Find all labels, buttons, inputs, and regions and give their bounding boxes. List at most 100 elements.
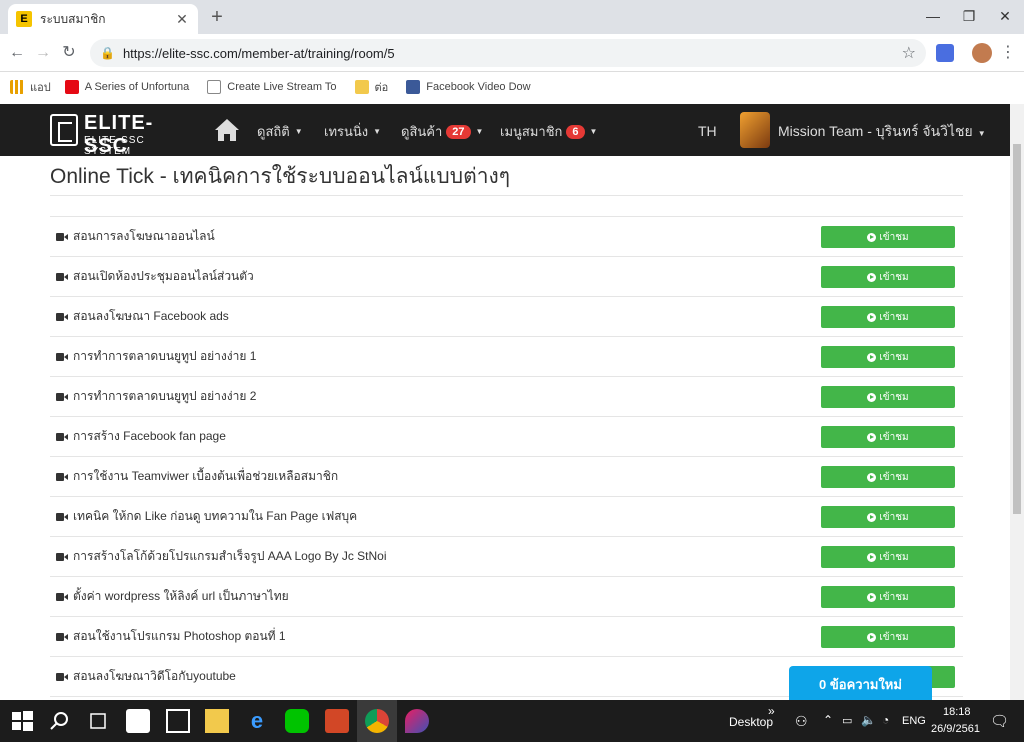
clock-time[interactable]: 18:18: [943, 706, 971, 718]
close-tab-icon[interactable]: ✕: [174, 11, 190, 28]
menu-label: เทรนนิ่ง: [324, 124, 369, 139]
lesson-list: สอนการลงโฆษณาออนไลน์ เข้าชม สอนเปิดห้องประ…: [50, 216, 963, 697]
watch-button[interactable]: เข้าชม: [821, 506, 955, 528]
bookmark-star-icon[interactable]: ☆: [902, 43, 916, 63]
menu-products[interactable]: ดูสินค้า 27 ▼: [401, 121, 483, 142]
site-navbar: ELITE-SSC ELITE-SSC SYSTEM ดูสถิติ ▼ เทรน…: [0, 104, 1024, 157]
lesson-title[interactable]: การทำการตลาดบนยูทูป อย่างง่าย 1: [73, 347, 256, 366]
watch-label: เข้าชม: [879, 271, 909, 283]
watch-button[interactable]: เข้าชม: [821, 266, 955, 288]
watch-button[interactable]: เข้าชม: [821, 626, 955, 648]
watch-button[interactable]: เข้าชม: [821, 306, 955, 328]
video-camera-icon: [56, 672, 68, 682]
bookmark-label: Facebook Video Dow: [426, 81, 531, 93]
volume-icon[interactable]: 🔈: [861, 713, 876, 727]
profile-avatar[interactable]: [972, 43, 992, 63]
watch-button[interactable]: เข้าชม: [821, 466, 955, 488]
extension-icon[interactable]: [936, 44, 954, 62]
network-icon[interactable]: ◔: [882, 713, 889, 727]
page-scrollbar[interactable]: [1010, 104, 1024, 700]
page-title: Online Tick - เทคนิคการใช้ระบบออนไลน์แบบ…: [50, 156, 963, 196]
reload-button[interactable]: ↻: [58, 42, 80, 64]
people-icon[interactable]: ⚇: [795, 713, 808, 730]
search-icon[interactable]: [48, 709, 72, 733]
menu-training[interactable]: เทรนนิ่ง ▼: [324, 121, 381, 142]
battery-icon[interactable]: ▭: [842, 714, 852, 727]
watch-button[interactable]: เข้าชม: [821, 426, 955, 448]
menu-label: ดูสินค้า: [401, 124, 443, 139]
lesson-title[interactable]: สอนลงโฆษณา Facebook ads: [73, 307, 229, 326]
clock-date[interactable]: 26/9/2561: [931, 723, 980, 735]
lesson-title[interactable]: สอนการลงโฆษณาออนไลน์: [73, 227, 215, 246]
chrome-icon[interactable]: [365, 709, 389, 733]
url-text[interactable]: https://elite-ssc.com/member-at/training…: [123, 46, 902, 61]
menu-member[interactable]: เมนูสมาชิก 6 ▼: [500, 121, 597, 142]
lesson-title[interactable]: เทคนิค ให้กด Like ก่อนดู บทความใน Fan Pa…: [73, 507, 357, 526]
home-icon[interactable]: [214, 118, 240, 142]
lesson-title[interactable]: ตั้งค่า wordpress ให้ลิงค์ url เป็นภาษาไ…: [73, 587, 289, 606]
chevron-up-icon[interactable]: ⌃: [823, 713, 833, 727]
scrollbar-thumb[interactable]: [1013, 144, 1021, 514]
line-icon[interactable]: [285, 709, 309, 733]
logo-sub-text: ELITE-SSC SYSTEM: [84, 135, 145, 157]
watch-button[interactable]: เข้าชม: [821, 586, 955, 608]
notification-icon[interactable]: 🗨: [990, 712, 1009, 730]
watch-button[interactable]: เข้าชม: [821, 226, 955, 248]
lesson-title[interactable]: การทำการตลาดบนยูทูป อย่างง่าย 2: [73, 387, 256, 406]
new-tab-button[interactable]: +: [206, 6, 228, 28]
lesson-title[interactable]: การสร้าง Facebook fan page: [73, 427, 226, 446]
windows-taskbar: e Desktop » ⚇ ⌃ ▭ 🔈 ◔ ENG 18:18 26/9/256…: [0, 700, 1024, 742]
facebook-icon: [406, 80, 421, 94]
menu-stats[interactable]: ดูสถิติ ▼: [257, 121, 303, 142]
store-icon[interactable]: [126, 709, 150, 733]
chat-widget-button[interactable]: 0 ข้อความใหม่: [789, 666, 932, 702]
powerpoint-icon[interactable]: [325, 709, 349, 733]
close-window-button[interactable]: ✕: [982, 4, 1024, 28]
lesson-row: สอนใช้งานโปรแกรม Photoshop ตอนที่ 1 เข้าช…: [50, 617, 963, 657]
browser-tab[interactable]: E ระบบสมาชิก ✕: [8, 4, 198, 34]
windows-start-icon[interactable]: [10, 709, 34, 733]
watch-button[interactable]: เข้าชม: [821, 386, 955, 408]
expand-toolbar-icon[interactable]: »: [768, 704, 775, 718]
forward-button[interactable]: →: [32, 42, 54, 64]
bookmark-live-stream[interactable]: Create Live Stream To: [207, 80, 337, 94]
play-circle-icon: [867, 512, 877, 522]
products-badge: 27: [446, 124, 471, 139]
site-logo[interactable]: ELITE-SSC ELITE-SSC SYSTEM: [50, 112, 195, 157]
language-indicator[interactable]: ENG: [902, 715, 926, 727]
lesson-title[interactable]: การสร้างโลโก้ด้วยโปรแกรมสำเร็จรูป AAA Lo…: [73, 547, 387, 566]
lesson-title[interactable]: สอนลงโฆษณาวิดีโอกับyoutube: [73, 667, 236, 686]
lesson-row: เทคนิค ให้กด Like ก่อนดู บทความใน Fan Pa…: [50, 497, 963, 537]
watch-button[interactable]: เข้าชม: [821, 546, 955, 568]
menu-label: เมนูสมาชิก: [500, 124, 563, 139]
task-view-icon[interactable]: [86, 709, 110, 733]
watch-button[interactable]: เข้าชม: [821, 346, 955, 368]
video-camera-icon: [56, 432, 68, 442]
paint-3d-icon[interactable]: [405, 709, 429, 733]
lesson-title[interactable]: การใช้งาน Teamviwer เบื้องต้นเพื่อช่วยเห…: [73, 467, 338, 486]
bookmark-label: ต่อ: [374, 82, 389, 94]
lesson-title[interactable]: สอนเปิดห้องประชุมออนไลน์ส่วนตัว: [73, 267, 254, 286]
menu-label: ดูสถิติ: [257, 124, 290, 139]
user-avatar[interactable]: [740, 112, 770, 148]
bookmark-facebook-video[interactable]: Facebook Video Dow: [406, 80, 531, 94]
desktop-toolbar[interactable]: Desktop: [729, 715, 773, 729]
browser-menu-icon[interactable]: ⋮: [1000, 42, 1016, 62]
edge-icon[interactable]: e: [245, 709, 269, 733]
watch-label: เข้าชม: [879, 431, 909, 443]
file-explorer-icon[interactable]: [205, 709, 229, 733]
bookmark-folder[interactable]: ต่อ: [354, 78, 389, 96]
caret-down-icon: ▼: [475, 127, 484, 136]
user-menu[interactable]: Mission Team - บุรินทร์ จันวิไชย ▼: [778, 121, 986, 143]
bookmark-netflix[interactable]: A Series of Unfortuna: [64, 80, 189, 94]
lesson-title[interactable]: สอนใช้งานโปรแกรม Photoshop ตอนที่ 1: [73, 627, 286, 646]
back-button[interactable]: ←: [6, 42, 28, 64]
mail-icon[interactable]: [166, 709, 190, 733]
lesson-row: การสร้างโลโก้ด้วยโปรแกรมสำเร็จรูป AAA Lo…: [50, 537, 963, 577]
browser-tab-strip: E ระบบสมาชิก ✕ + — ❐ ✕: [0, 0, 1024, 34]
language-switch[interactable]: TH: [698, 123, 717, 139]
bookmark-label: Create Live Stream To: [227, 81, 337, 93]
play-circle-icon: [867, 632, 877, 642]
bookmark-apps[interactable]: แอป: [10, 78, 51, 96]
address-bar[interactable]: 🔒 https://elite-ssc.com/member-at/traini…: [90, 39, 926, 67]
